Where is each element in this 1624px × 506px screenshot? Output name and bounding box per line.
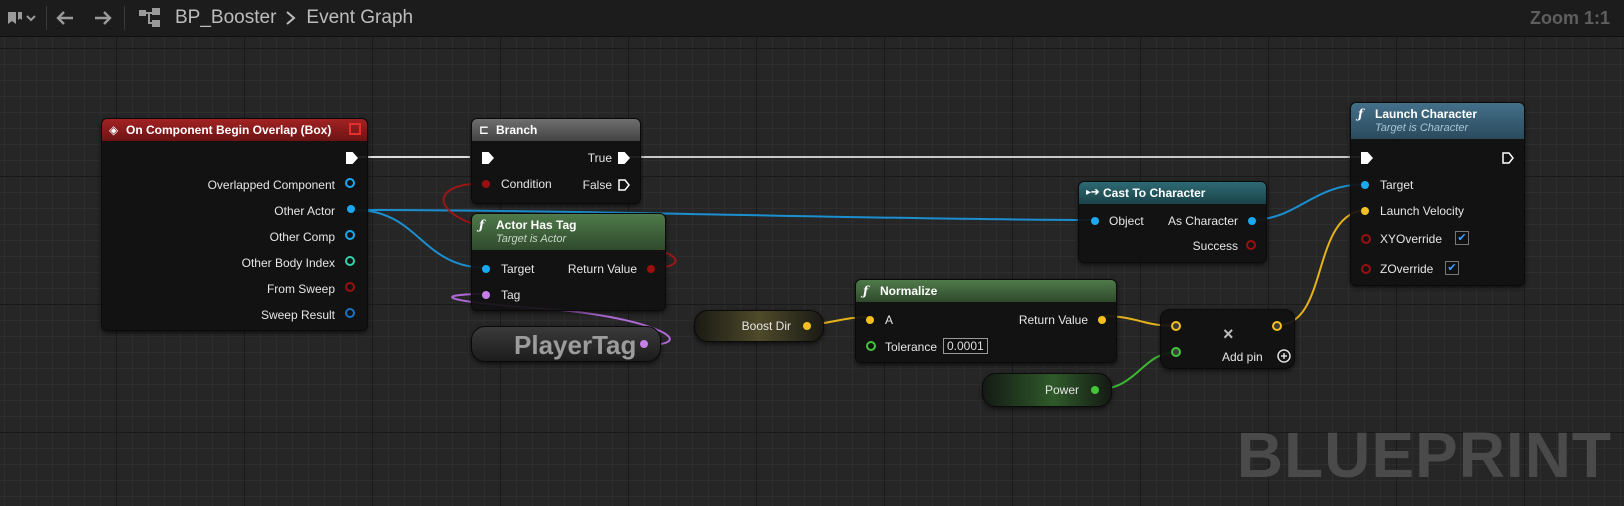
pin-label: A — [885, 313, 894, 327]
function-icon: ƒ — [863, 284, 869, 298]
node-subtitle: Target is Character — [1375, 122, 1469, 134]
function-icon: ƒ — [1358, 107, 1364, 121]
a-pin[interactable] — [866, 316, 874, 324]
node-title: Branch — [496, 123, 538, 137]
node-subtitle: Target is Actor — [496, 233, 567, 245]
pin-label: False — [582, 178, 612, 192]
from-sweep-pin[interactable] — [345, 282, 355, 292]
boost-dir-variable[interactable]: Boost Dir — [694, 310, 824, 342]
overlapped-component-pin[interactable] — [345, 178, 355, 188]
pin-label: From Sweep — [266, 282, 335, 296]
pin-label: Overlapped Component — [207, 178, 335, 192]
pin-label: Object — [1109, 214, 1144, 228]
variable-label: Power — [1044, 383, 1079, 397]
pin-label: Other Comp — [269, 230, 335, 244]
branch-icon: ⊏ — [479, 123, 490, 137]
exec-out-pin[interactable] — [1502, 152, 1514, 164]
as-character-pin[interactable] — [1248, 217, 1256, 225]
pin-label: Tag — [501, 288, 521, 302]
z-override-checkbox[interactable]: ✔ — [1445, 261, 1459, 275]
node-header: ▸➔ Cast To Character — [1079, 182, 1266, 204]
pin-label: Tolerance — [885, 340, 938, 354]
tolerance-input[interactable]: 0.0001 — [943, 338, 988, 354]
object-wire-actor-cast — [354, 209, 1093, 221]
variable-label: Boost Dir — [741, 319, 791, 333]
pin-label: Return Value — [1018, 313, 1088, 327]
node-header: ƒ Actor Has Tag Target is Actor — [472, 214, 665, 250]
event-node-overlap[interactable]: ◈ On Component Begin Overlap (Box) Overl… — [101, 118, 368, 331]
node-header: ƒ Normalize — [856, 280, 1116, 302]
xy-override-checkbox[interactable]: ✔ — [1455, 231, 1469, 245]
branch-node[interactable]: ⊏ Branch True Condition False — [471, 118, 641, 204]
other-actor-pin[interactable] — [347, 205, 355, 213]
node-title: Actor Has Tag — [496, 218, 577, 232]
node-title: Normalize — [880, 284, 938, 298]
pin-label: Target — [1380, 178, 1414, 192]
pin-label: Sweep Result — [260, 308, 335, 322]
add-input-a-pin[interactable] — [1171, 321, 1181, 331]
event-icon: ◈ — [109, 123, 119, 137]
true-exec-pin[interactable] — [618, 152, 630, 164]
pin-label: Target — [501, 262, 535, 276]
pin-label: XYOverride — [1380, 232, 1443, 246]
tag-pin[interactable] — [482, 291, 490, 299]
sweep-result-pin[interactable] — [345, 308, 355, 318]
return-value-pin[interactable] — [1098, 316, 1106, 324]
z-override-pin[interactable] — [1361, 264, 1371, 274]
launch-character-node[interactable]: ƒ Launch Character Target is Character T… — [1350, 102, 1525, 286]
add-output-pin[interactable] — [1272, 321, 1282, 331]
return-value-pin[interactable] — [647, 265, 655, 273]
success-pin[interactable] — [1246, 240, 1256, 250]
node-header: ◈ On Component Begin Overlap (Box) — [102, 119, 367, 141]
player-tag-value: PlayerTag — [514, 330, 637, 360]
exec-out-pin[interactable] — [346, 152, 358, 164]
exec-in-pin[interactable] — [482, 152, 494, 164]
actor-has-tag-node[interactable]: ƒ Actor Has Tag Target is Actor Target R… — [471, 213, 666, 311]
normalize-node[interactable]: ƒ Normalize A Return Value Tolerance 0.0… — [855, 279, 1117, 363]
node-header: ƒ Launch Character Target is Character — [1351, 103, 1524, 139]
tolerance-pin[interactable] — [866, 341, 876, 351]
power-variable[interactable]: Power — [982, 373, 1112, 407]
pin-label: Condition — [501, 177, 552, 191]
pin-label: Other Body Index — [241, 256, 335, 270]
player-tag-out-pin[interactable] — [640, 340, 648, 348]
node-title: Cast To Character — [1103, 186, 1206, 200]
node-title: Launch Character — [1375, 107, 1478, 121]
player-tag-literal[interactable]: PlayerTag — [471, 326, 661, 362]
pin-label: True — [587, 151, 612, 165]
pin-label: Launch Velocity — [1380, 204, 1465, 218]
launch-velocity-pin[interactable] — [1361, 207, 1369, 215]
add-symbol: × — [1223, 324, 1234, 344]
cast-icon: ▸➔ — [1086, 187, 1100, 198]
power-out-pin[interactable] — [1091, 386, 1099, 394]
object-wire-actor-target — [354, 209, 489, 269]
add-pin-label[interactable]: Add pin — [1222, 350, 1263, 364]
delegate-pin[interactable] — [349, 123, 361, 135]
exec-in-pin[interactable] — [1361, 152, 1373, 164]
node-header: ⊏ Branch — [472, 119, 640, 141]
false-exec-pin[interactable] — [618, 179, 630, 191]
other-body-index-pin[interactable] — [345, 256, 355, 266]
target-pin[interactable] — [482, 265, 490, 273]
pin-label: Other Actor — [274, 204, 335, 218]
node-title: On Component Begin Overlap (Box) — [126, 123, 332, 137]
blueprint-watermark: BLUEPRINT — [1236, 419, 1612, 491]
plus-circle-icon[interactable] — [1277, 349, 1291, 363]
boost-dir-out-pin[interactable] — [803, 322, 811, 330]
other-comp-pin[interactable] — [345, 230, 355, 240]
pin-label: Success — [1192, 239, 1238, 253]
pin-label: As Character — [1167, 214, 1238, 228]
pin-label: Return Value — [567, 262, 637, 276]
function-icon: ƒ — [479, 218, 485, 232]
xy-override-pin[interactable] — [1361, 234, 1371, 244]
target-pin[interactable] — [1361, 181, 1369, 189]
pin-label: ZOverride — [1380, 262, 1434, 276]
condition-pin[interactable] — [482, 180, 490, 188]
add-node[interactable]: × Add pin — [1160, 309, 1295, 369]
cast-to-character-node[interactable]: ▸➔ Cast To Character Object As Character… — [1078, 181, 1267, 263]
add-input-b-pin[interactable] — [1171, 347, 1181, 357]
object-pin[interactable] — [1091, 217, 1099, 225]
